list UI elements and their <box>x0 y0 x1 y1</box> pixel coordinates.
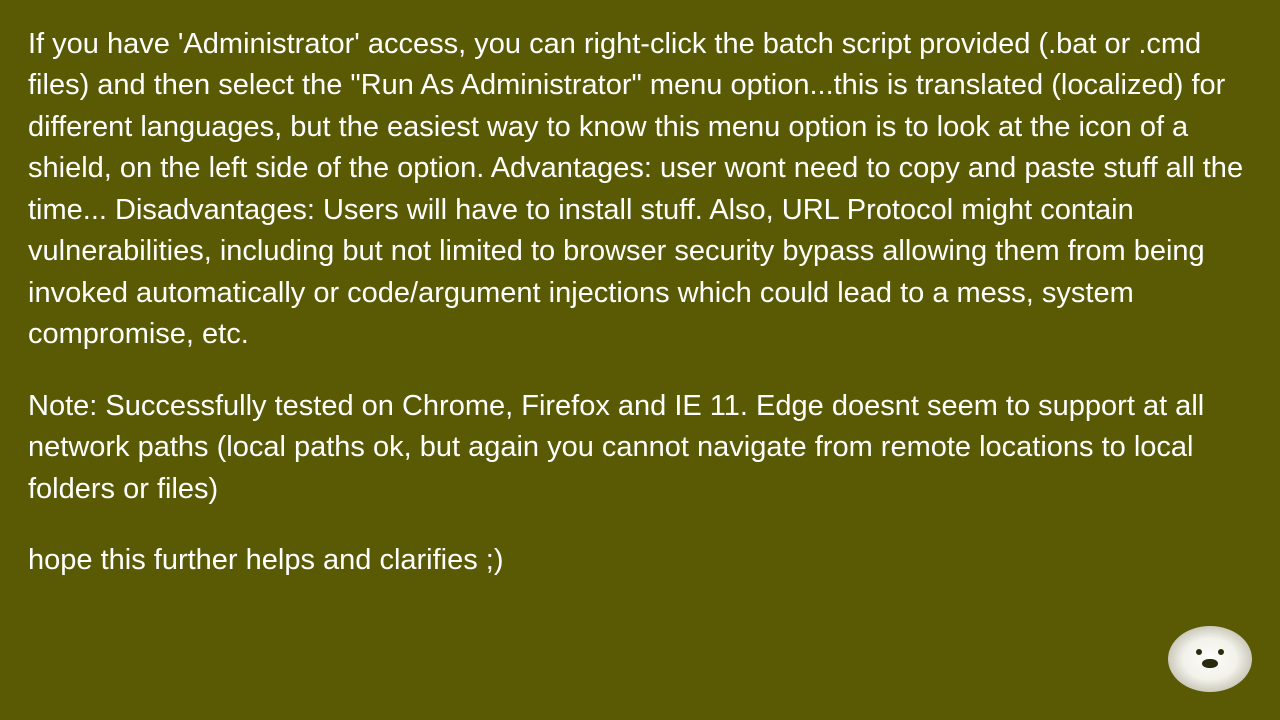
paragraph-admin-instructions: If you have 'Administrator' access, you … <box>28 24 1252 356</box>
paragraph-closing: hope this further helps and clarifies ;) <box>28 540 1252 581</box>
avatar-face-icon <box>1168 626 1252 692</box>
paragraph-browser-note: Note: Successfully tested on Chrome, Fir… <box>28 386 1252 510</box>
